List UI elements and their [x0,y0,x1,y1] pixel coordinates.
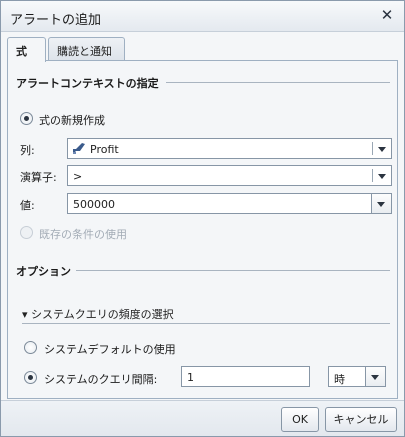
use-default-label: システムデフォルトの使用 [44,343,176,356]
query-interval-radio[interactable] [24,371,37,384]
add-alert-dialog: アラートの追加 ✕ 式 購読と通知 アラートコンテキストの指定 式の新規作成 列… [0,0,405,437]
chevron-down-icon [371,375,379,380]
use-default-radio[interactable] [24,341,37,354]
existing-condition-label: 既存の条件の使用 [39,228,127,241]
ok-button[interactable]: OK [281,407,319,432]
title-bar: アラートの追加 ✕ [1,1,404,32]
query-frequency-expander[interactable]: ▾ システムクエリの頻度の選択 [22,306,174,322]
interval-unit-select[interactable]: 時 [328,366,386,387]
operator-value: > [73,170,83,183]
chevron-down-icon [378,174,386,179]
value-combo[interactable]: 500000 [67,193,392,214]
existing-condition-radio[interactable] [20,226,33,239]
alert-context-title: アラートコンテキストの指定 [16,77,159,90]
section-divider [166,82,390,83]
dialog-footer: OK キャンセル [1,400,404,436]
query-interval-input[interactable]: 1 [181,366,310,387]
column-value: Profit [90,143,119,156]
query-interval-label: システムのクエリ間隔: [44,373,158,386]
chevron-down-icon [378,147,386,152]
new-expression-radio[interactable] [20,112,33,125]
operator-label: 演算子: [20,171,57,184]
new-expression-label: 式の新規作成 [39,114,105,127]
value-label: 値: [20,199,35,212]
section-divider [22,323,390,324]
cancel-button[interactable]: キャンセル [325,407,397,432]
tab-expression[interactable]: 式 [7,37,46,62]
chevron-down-icon [377,202,385,207]
dialog-title: アラートの追加 [10,13,102,28]
tab-panel: アラートコンテキストの指定 式の新規作成 列: Profit 演算子: > 値:… [7,60,398,399]
operator-select[interactable]: > [67,165,392,186]
interval-unit-value: 時 [334,373,345,386]
value-value: 500000 [73,198,115,211]
column-label: 列: [20,144,35,157]
tab-subscription-label: 購読と通知 [57,45,112,58]
options-title: オプション [16,265,71,278]
column-select[interactable]: Profit [67,138,392,159]
measure-icon [72,142,86,155]
tab-subscription[interactable]: 購読と通知 [48,37,125,61]
section-divider [76,270,390,271]
tab-expression-label: 式 [16,45,27,58]
close-icon[interactable]: ✕ [378,6,396,24]
